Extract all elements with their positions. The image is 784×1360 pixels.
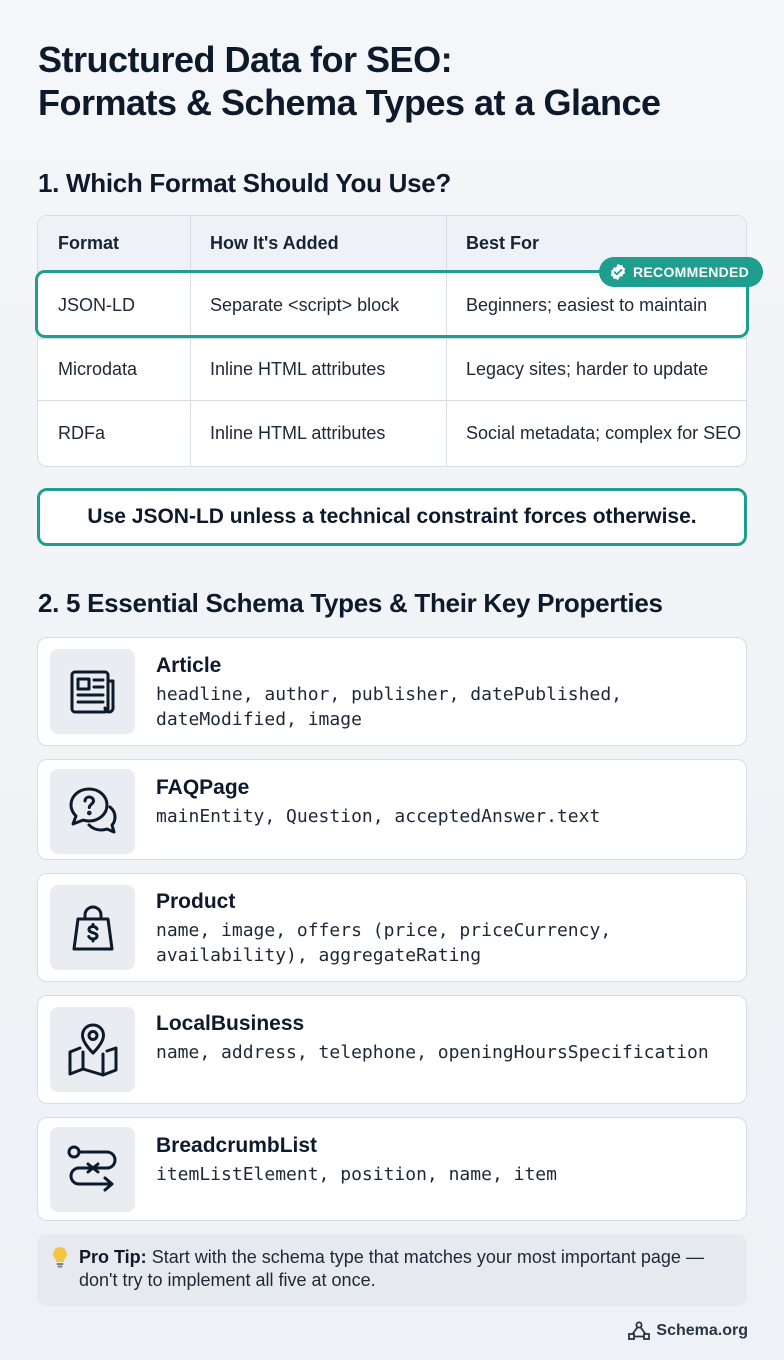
verified-check-icon: [610, 263, 626, 281]
section-heading-schema-types: 2. 5 Essential Schema Types & Their Key …: [38, 588, 663, 618]
lightbulb-icon: [53, 1247, 67, 1268]
cell-how-added: Inline HTML attributes: [210, 359, 386, 379]
cell-format: JSON-LD: [58, 294, 136, 315]
icon-container: [50, 1007, 135, 1092]
column-divider: [446, 401, 447, 466]
schema-card-faqpage: FAQPage mainEntity, Question, acceptedAn…: [37, 759, 747, 860]
schema-name: Product: [156, 890, 236, 913]
column-divider: [446, 216, 447, 271]
schema-name: FAQPage: [156, 776, 250, 799]
map-pin-icon: [68, 1023, 117, 1076]
schema-name: Article: [156, 654, 222, 677]
table-row: RDFa Inline HTML attributes Social metad…: [38, 400, 746, 466]
schema-card-article: Article headline, author, publisher, dat…: [37, 637, 747, 746]
schema-name: BreadcrumbList: [156, 1134, 318, 1157]
cell-how-added: Inline HTML attributes: [210, 423, 386, 443]
table-row: Microdata Inline HTML attributes Legacy …: [38, 338, 746, 400]
schema-properties: itemListElement, position, name, item: [156, 1164, 557, 1185]
pro-tip-text: Start with the schema type that matches …: [79, 1247, 704, 1290]
schema-properties: mainEntity, Question, acceptedAnswer.tex…: [156, 806, 601, 827]
column-divider: [190, 339, 191, 400]
schema-name: LocalBusiness: [156, 1012, 305, 1035]
cell-best-for: Social metadata; complex for SEO: [466, 423, 742, 443]
column-divider: [190, 401, 191, 466]
icon-container: [50, 885, 135, 970]
icon-container: [50, 769, 135, 854]
column-divider: [446, 272, 447, 338]
title-line-1: Structured Data for SEO:: [38, 39, 453, 80]
icon-container: [50, 649, 135, 734]
recommended-badge: RECOMMENDED: [599, 257, 763, 287]
pro-tip-label: Pro Tip:: [79, 1247, 147, 1267]
schema-card-localbusiness: LocalBusiness name, address, telephone, …: [37, 995, 747, 1104]
schema-logo-icon: [628, 1321, 651, 1340]
badge-label: RECOMMENDED: [633, 264, 750, 280]
question-chat-icon: [69, 787, 116, 833]
schema-properties: name, image, offers (price, priceCurrenc…: [156, 920, 612, 966]
cell-best-for: Legacy sites; harder to update: [466, 359, 709, 379]
title-line-2: Formats & Schema Types at a Glance: [38, 82, 661, 123]
header-how-added: How It's Added: [210, 233, 339, 253]
cell-format: RDFa: [58, 423, 106, 443]
column-divider: [190, 272, 191, 338]
shopping-bag-icon: [72, 905, 113, 950]
section-heading-formats: 1. Which Format Should You Use?: [38, 168, 451, 198]
page-title: Structured Data for SEO: Formats & Schem…: [38, 38, 758, 124]
column-divider: [446, 339, 447, 400]
header-format: Format: [58, 233, 120, 253]
icon-container: [50, 1127, 135, 1212]
schema-card-product: Product name, image, offers (price, pric…: [37, 873, 747, 982]
cell-format: Microdata: [58, 359, 138, 379]
format-comparison-table: Format How It's Added Best For JSON-LD S…: [35, 215, 749, 467]
newspaper-icon: [70, 670, 114, 713]
footer-brand-label: Schema.org: [656, 1322, 748, 1339]
schema-properties: name, address, telephone, openingHoursSp…: [156, 1042, 709, 1063]
footer-brand: Schema.org: [628, 1321, 748, 1341]
recommendation-callout: Use JSON-LD unless a technical constrain…: [37, 488, 747, 546]
schema-properties: headline, author, publisher, datePublish…: [156, 684, 622, 730]
schema-card-breadcrumblist: BreadcrumbList itemListElement, position…: [37, 1117, 747, 1221]
column-divider: [190, 216, 191, 271]
route-icon: [67, 1145, 116, 1191]
pro-tip-box: Pro Tip: Start with the schema type that…: [37, 1234, 747, 1306]
cell-how-added: Separate <script> block: [210, 294, 400, 315]
